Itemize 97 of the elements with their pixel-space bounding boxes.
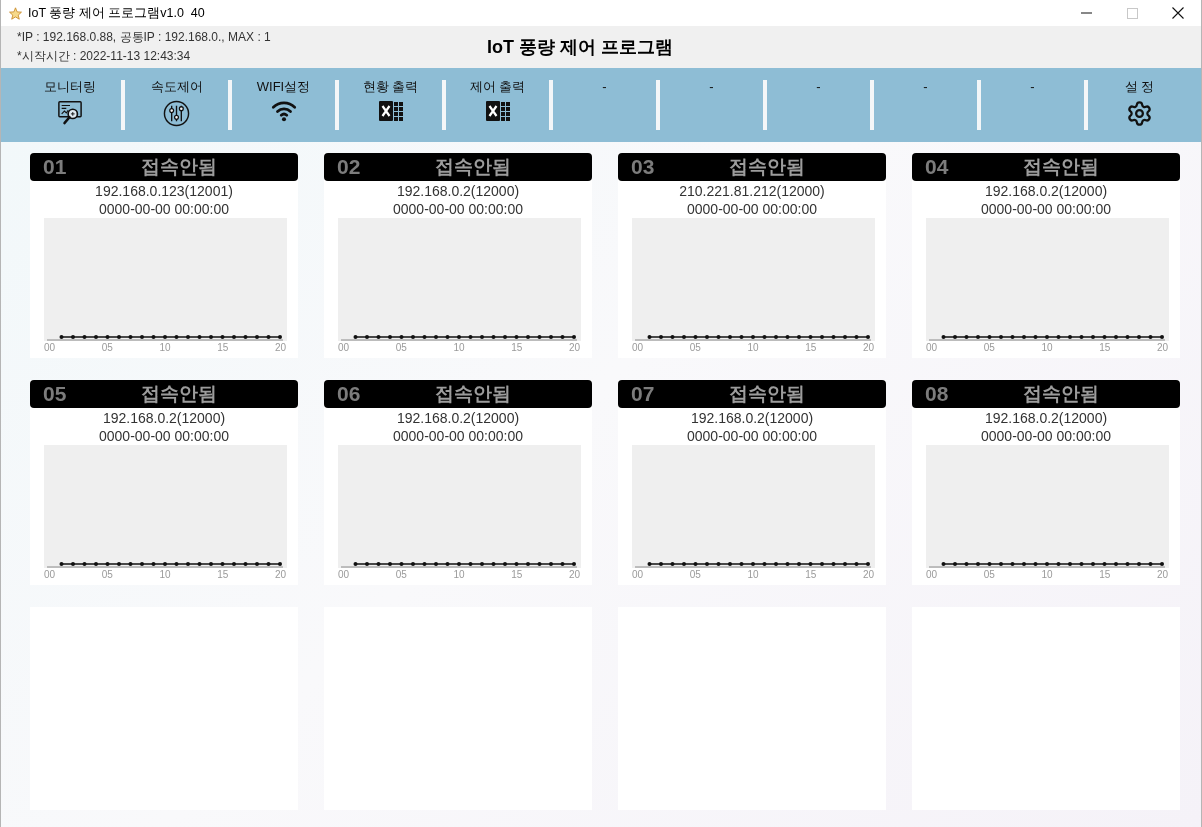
axis-label: 00 xyxy=(44,569,56,581)
device-number: 02 xyxy=(337,154,362,180)
axis-label: 20 xyxy=(1156,342,1168,354)
maximize-icon xyxy=(1126,7,1138,19)
connection-status: 접속안됨 xyxy=(1022,155,1100,179)
axis-label: 20 xyxy=(862,569,874,581)
axis-label: 15 xyxy=(217,342,229,354)
toolbar-button[interactable]: 속도제어 xyxy=(125,68,228,142)
axis-label: 10 xyxy=(159,569,171,581)
connection-status: 접속안됨 xyxy=(728,155,806,179)
device-number: 03 xyxy=(631,154,656,180)
axis-label: 15 xyxy=(1099,569,1111,581)
device-address: 192.168.0.123(12001) xyxy=(95,182,233,200)
monitor-magnifier-icon xyxy=(56,100,83,125)
timestamp: 0000-00-00 00:00:00 xyxy=(687,200,817,218)
sliders-icon xyxy=(163,100,190,127)
axis-label: 15 xyxy=(805,342,817,354)
axis-label: 10 xyxy=(1041,342,1053,354)
axis-label: 05 xyxy=(689,569,701,581)
connection-status: 접속안됨 xyxy=(1022,382,1100,406)
axis-label: 00 xyxy=(338,342,350,354)
toolbar-button[interactable]: - xyxy=(981,68,1084,142)
axis-label: 20 xyxy=(862,342,874,354)
axis-label: 05 xyxy=(101,569,113,581)
toolbar-button[interactable]: 제어 출력 xyxy=(446,68,549,142)
toolbar-button[interactable]: WIFI설정 xyxy=(232,68,335,142)
connection-status: 접속안됨 xyxy=(728,382,806,406)
timestamp: 0000-00-00 00:00:00 xyxy=(981,200,1111,218)
device-address: 192.168.0.2(12000) xyxy=(396,409,520,427)
connection-status: 접속안됨 xyxy=(434,382,512,406)
device-address: 210.221.81.212(12000) xyxy=(679,182,825,200)
axis-label: 05 xyxy=(689,342,701,354)
device-number: 07 xyxy=(631,381,656,407)
window-title: IoT 풍량 제어 프로그램v1.0 40 xyxy=(28,4,205,22)
axis-label: 10 xyxy=(453,569,465,581)
axis-label: 10 xyxy=(747,569,759,581)
toolbar-button[interactable]: - xyxy=(553,68,656,142)
toolbar-button[interactable]: 모니터링 xyxy=(18,68,121,142)
toolbar-button[interactable]: 설 정 xyxy=(1088,68,1191,142)
toolbar-button[interactable]: - xyxy=(660,68,763,142)
close-icon xyxy=(1172,7,1184,19)
device-address: 192.168.0.2(12000) xyxy=(984,182,1108,200)
star-icon xyxy=(9,6,22,20)
axis-label: 00 xyxy=(338,569,350,581)
axis-label: 05 xyxy=(101,342,113,354)
timestamp: 0000-00-00 00:00:00 xyxy=(393,427,523,445)
axis-label: 05 xyxy=(395,342,407,354)
toolbar-button[interactable]: - xyxy=(874,68,977,142)
axis-label: 00 xyxy=(632,569,644,581)
spreadsheet-icon xyxy=(377,100,404,122)
device-number: 08 xyxy=(925,381,950,407)
axis-label: 00 xyxy=(44,342,56,354)
spreadsheet-icon xyxy=(484,100,511,122)
axis-label: 20 xyxy=(1156,569,1168,581)
device-address: 192.168.0.2(12000) xyxy=(396,182,520,200)
axis-label: 15 xyxy=(511,342,523,354)
connection-status: 접속안됨 xyxy=(140,155,218,179)
info-line: *IP : 192.168.0.88, 공통IP : 192.168.0., MAX : 1 xyxy=(17,29,272,46)
info-line: *시작시간 : 2022-11-13 12:43:34 xyxy=(17,48,192,65)
timestamp: 0000-00-00 00:00:00 xyxy=(99,200,229,218)
axis-label: 15 xyxy=(805,569,817,581)
axis-label: 10 xyxy=(453,342,465,354)
connection-status: 접속안됨 xyxy=(434,155,512,179)
axis-label: 05 xyxy=(983,569,995,581)
settings-icon xyxy=(1126,100,1153,127)
device-address: 192.168.0.2(12000) xyxy=(690,409,814,427)
minimize-icon xyxy=(1080,12,1092,14)
device-number: 01 xyxy=(43,154,68,180)
device-number: 06 xyxy=(337,381,362,407)
axis-label: 00 xyxy=(926,569,938,581)
timestamp: 0000-00-00 00:00:00 xyxy=(981,427,1111,445)
axis-label: 15 xyxy=(1099,342,1111,354)
axis-label: 00 xyxy=(632,342,644,354)
device-number: 05 xyxy=(43,381,68,407)
timestamp: 0000-00-00 00:00:00 xyxy=(687,427,817,445)
axis-label: 05 xyxy=(983,342,995,354)
timestamp: 0000-00-00 00:00:00 xyxy=(393,200,523,218)
axis-label: 15 xyxy=(511,569,523,581)
axis-label: 10 xyxy=(747,342,759,354)
axis-label: 20 xyxy=(274,342,286,354)
toolbar-button[interactable]: - xyxy=(767,68,870,142)
device-number: 04 xyxy=(925,154,950,180)
axis-label: 20 xyxy=(568,342,580,354)
axis-label: 10 xyxy=(1041,569,1053,581)
axis-label: 00 xyxy=(926,342,938,354)
connection-status: 접속안됨 xyxy=(140,382,218,406)
axis-label: 20 xyxy=(274,569,286,581)
device-address: 192.168.0.2(12000) xyxy=(102,409,226,427)
toolbar-button[interactable]: 현황 출력 xyxy=(339,68,442,142)
axis-label: 20 xyxy=(568,569,580,581)
timestamp: 0000-00-00 00:00:00 xyxy=(99,427,229,445)
app-heading: IoT 풍량 제어 프로그램 xyxy=(487,35,673,59)
wifi-icon xyxy=(270,100,297,122)
axis-label: 15 xyxy=(217,569,229,581)
axis-label: 10 xyxy=(159,342,171,354)
device-address: 192.168.0.2(12000) xyxy=(984,409,1108,427)
axis-label: 05 xyxy=(395,569,407,581)
